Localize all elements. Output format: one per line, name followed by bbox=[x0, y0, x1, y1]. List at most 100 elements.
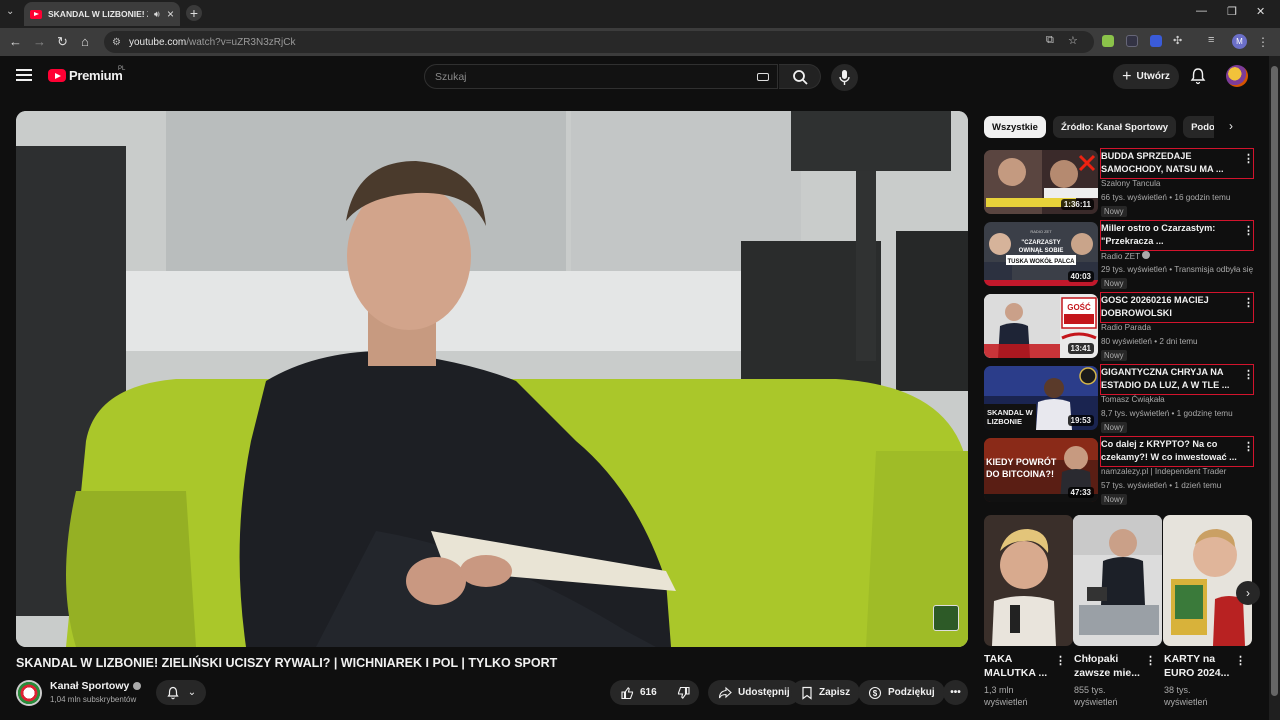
svg-text:"CZARZASTY: "CZARZASTY bbox=[1021, 240, 1060, 246]
rec-title[interactable]: GIGANTYCZNA CHRYJA NA ESTADIO DA LUZ, A … bbox=[1101, 366, 1237, 392]
chevron-right-icon: › bbox=[1246, 586, 1250, 600]
reload-icon[interactable]: ↻ bbox=[57, 34, 68, 50]
video-player[interactable] bbox=[16, 111, 968, 647]
media-control-icon[interactable]: ≡ bbox=[1208, 34, 1214, 46]
notifications-bell-icon[interactable] bbox=[1189, 67, 1207, 85]
rec-channel[interactable]: Tomasz Ćwiąkała bbox=[1101, 395, 1165, 404]
keyboard-icon[interactable] bbox=[757, 73, 769, 81]
forward-icon[interactable]: → bbox=[33, 34, 46, 49]
short-thumbnail[interactable] bbox=[984, 515, 1073, 646]
more-vertical-icon[interactable]: ⋮ bbox=[1243, 440, 1254, 453]
maximize-icon[interactable]: ❐ bbox=[1227, 5, 1237, 18]
rec-channel[interactable]: Radio ZET bbox=[1101, 251, 1151, 261]
chip-related[interactable]: Podobne bbox=[1183, 116, 1214, 138]
audio-playing-icon[interactable]: 🔊︎ bbox=[154, 9, 160, 20]
video-thumbnail[interactable]: KIEDY POWRÓT DO BITCOINA?! 47:33 bbox=[984, 438, 1098, 502]
page-scrollbar[interactable] bbox=[1269, 56, 1280, 720]
like-button[interactable]: 616 bbox=[620, 686, 657, 700]
video-thumbnail[interactable]: RADIO ZET "CZARZASTY OWINĄŁ SOBIE TUSKA … bbox=[984, 222, 1098, 286]
chevron-right-icon[interactable]: › bbox=[1229, 119, 1233, 133]
list-item[interactable]: KIEDY POWRÓT DO BITCOINA?! 47:33 Co dale… bbox=[984, 436, 1254, 505]
video-thumbnail[interactable]: GOŚĆ 13:41 bbox=[984, 294, 1098, 358]
rec-title[interactable]: GOSC 20260216 MACIEJ DOBROWOLSKI bbox=[1101, 294, 1237, 320]
list-item[interactable]: 1:36:11 BUDDA SPRZEDAJE SAMOCHODY, NATSU… bbox=[984, 148, 1254, 217]
window-close-icon[interactable]: ✕ bbox=[1256, 5, 1265, 18]
install-app-icon[interactable]: ⧉ bbox=[1046, 34, 1054, 47]
channel-watermark-logo[interactable] bbox=[933, 605, 959, 631]
rec-channel-name[interactable]: Radio ZET bbox=[1101, 252, 1140, 261]
duration-badge: 40:03 bbox=[1067, 271, 1094, 282]
rec-channel[interactable]: Szalony Tancula bbox=[1101, 179, 1160, 188]
dislike-button[interactable] bbox=[677, 686, 691, 700]
menu-icon[interactable] bbox=[16, 69, 32, 81]
video-thumbnail[interactable]: 1:36:11 bbox=[984, 150, 1098, 214]
extension-1-icon[interactable] bbox=[1102, 35, 1114, 47]
share-button[interactable]: Udostępnij bbox=[708, 680, 800, 705]
list-item[interactable]: GOŚĆ 13:41 GOSC 20260216 MACIEJ DOBROWOL… bbox=[984, 292, 1254, 361]
create-button[interactable]: + Utwórz bbox=[1113, 64, 1179, 89]
chevron-down-icon: ⌄ bbox=[187, 687, 197, 698]
youtube-premium-logo[interactable]: Premium PL bbox=[48, 66, 125, 83]
like-dislike-group: 616 bbox=[610, 680, 699, 705]
video-thumbnail[interactable]: SKANDAL W LIZBONIE 19:53 bbox=[984, 366, 1098, 430]
more-vertical-icon[interactable]: ⋮ bbox=[1055, 654, 1066, 667]
voice-search-button[interactable] bbox=[831, 64, 858, 91]
short-views: 38 tys. wyświetleń bbox=[1164, 685, 1208, 707]
account-avatar[interactable] bbox=[1226, 65, 1248, 87]
tab-search-icon[interactable]: ⌄ bbox=[6, 6, 14, 17]
channel-name-row[interactable]: Kanał Sportowy bbox=[50, 680, 142, 692]
chip-source[interactable]: Źródło: Kanał Sportowy bbox=[1052, 116, 1177, 138]
search-button[interactable] bbox=[779, 64, 821, 89]
short-title[interactable]: TAKA MALUTKA ... bbox=[984, 652, 1054, 680]
new-badge: Nowy bbox=[1101, 494, 1127, 505]
more-vertical-icon[interactable]: ⋮ bbox=[1235, 654, 1246, 667]
save-button[interactable]: Zapisz bbox=[791, 680, 861, 705]
extension-2-icon[interactable] bbox=[1126, 35, 1138, 47]
more-vertical-icon[interactable]: ⋮ bbox=[1243, 368, 1254, 381]
more-actions-button[interactable]: ••• bbox=[943, 680, 968, 705]
extension-shield-icon[interactable] bbox=[1150, 35, 1162, 47]
rec-meta: 57 tys. wyświetleń • 1 dzień temu bbox=[1101, 481, 1222, 490]
new-tab-button[interactable]: + bbox=[186, 5, 202, 21]
thanks-label: Podziękuj bbox=[888, 687, 935, 698]
duration-badge: 13:41 bbox=[1067, 343, 1094, 354]
profile-avatar[interactable]: M bbox=[1232, 34, 1247, 49]
more-vertical-icon[interactable]: ⋮ bbox=[1243, 296, 1254, 309]
close-tab-icon[interactable]: × bbox=[167, 7, 174, 21]
browser-menu-icon[interactable]: ⋮ bbox=[1257, 35, 1269, 49]
more-vertical-icon[interactable]: ⋮ bbox=[1243, 224, 1254, 237]
site-info-icon[interactable]: ⚙ bbox=[112, 37, 121, 48]
bookmark-star-icon[interactable]: ☆ bbox=[1068, 34, 1078, 47]
subscription-bell-button[interactable]: ⌄ bbox=[156, 680, 206, 705]
browser-toolbar: ← → ↻ ⌂ ⚙ youtube.com/watch?v=uZR3N3zRjC… bbox=[0, 28, 1280, 56]
search-input[interactable] bbox=[435, 70, 735, 83]
more-vertical-icon[interactable]: ⋮ bbox=[1243, 152, 1254, 165]
save-label: Zapisz bbox=[819, 687, 851, 698]
shorts-next-button[interactable]: › bbox=[1236, 581, 1260, 605]
list-item[interactable]: SKANDAL W LIZBONIE 19:53 GIGANTYCZNA CHR… bbox=[984, 364, 1254, 433]
list-item[interactable]: RADIO ZET "CZARZASTY OWINĄŁ SOBIE TUSKA … bbox=[984, 220, 1254, 289]
short-thumbnail[interactable] bbox=[1163, 515, 1252, 646]
thanks-button[interactable]: $ Podziękuj bbox=[858, 680, 945, 705]
scrollbar-thumb[interactable] bbox=[1271, 66, 1278, 696]
rec-title[interactable]: Miller ostro o Czarzastym: "Przekracza .… bbox=[1101, 222, 1237, 248]
short-thumbnail[interactable] bbox=[1073, 515, 1162, 646]
search-box bbox=[424, 64, 778, 89]
more-vertical-icon[interactable]: ⋮ bbox=[1145, 654, 1156, 667]
short-image-2 bbox=[1073, 515, 1162, 646]
minimize-icon[interactable]: — bbox=[1196, 5, 1207, 17]
browser-tab-active[interactable]: SKANDAL W LIZBONIE! ZIELIŃSKI UCISZY RYW… bbox=[24, 2, 180, 26]
extensions-puzzle-icon[interactable]: ✣ bbox=[1173, 34, 1182, 47]
rec-channel[interactable]: namzalezy.pl | Independent Trader bbox=[1101, 467, 1226, 476]
rec-title[interactable]: BUDDA SPRZEDAJE SAMOCHODY, NATSU MA ... bbox=[1101, 150, 1237, 176]
short-title[interactable]: KARTY na EURO 2024... bbox=[1164, 652, 1234, 680]
back-icon[interactable]: ← bbox=[9, 34, 22, 49]
address-bar[interactable]: ⚙ youtube.com/watch?v=uZR3N3zRjCk bbox=[104, 31, 1094, 53]
rec-title[interactable]: Co dalej z KRYPTO? Na co czekamy?! W co … bbox=[1101, 438, 1237, 464]
chip-all[interactable]: Wszystkie bbox=[984, 116, 1046, 138]
short-title[interactable]: Chłopaki zawsze mie... bbox=[1074, 652, 1144, 680]
channel-avatar[interactable] bbox=[16, 680, 42, 706]
home-icon[interactable]: ⌂ bbox=[81, 34, 89, 49]
channel-name[interactable]: Kanał Sportowy bbox=[50, 680, 129, 692]
rec-channel[interactable]: Radio Parada bbox=[1101, 323, 1151, 332]
